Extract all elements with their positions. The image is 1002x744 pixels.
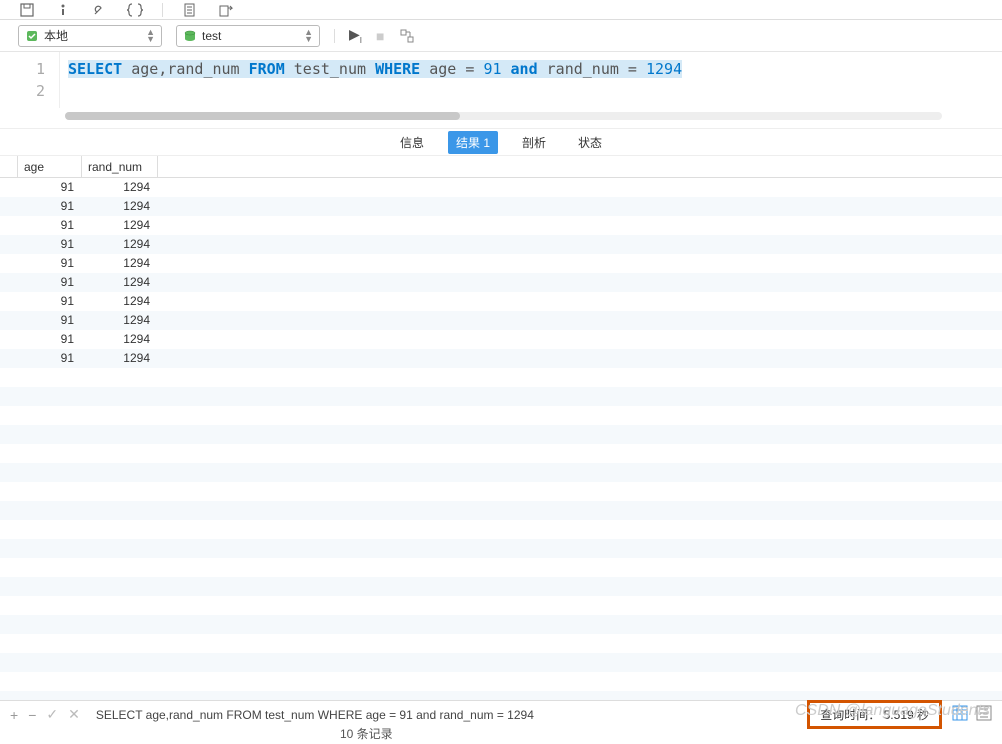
result-tabs: 信息 结果 1 剖析 状态 — [0, 128, 1002, 156]
table-row[interactable]: 911294 — [0, 178, 1002, 197]
empty-row — [0, 444, 1002, 463]
tab-status[interactable]: 状态 — [570, 131, 610, 154]
empty-row — [0, 387, 1002, 406]
table-row[interactable]: 911294 — [0, 197, 1002, 216]
sql-line-1[interactable]: SELECT age,rand_num FROM test_num WHERE … — [68, 58, 994, 80]
connection-label: 本地 — [44, 27, 68, 44]
table-row[interactable]: 911294 — [0, 292, 1002, 311]
empty-row — [0, 577, 1002, 596]
empty-row — [0, 653, 1002, 672]
save-icon[interactable] — [18, 1, 36, 19]
braces-icon[interactable] — [126, 1, 144, 19]
result-header: age rand_num — [0, 156, 1002, 178]
empty-row — [0, 615, 1002, 634]
view-mode-icons — [952, 705, 992, 724]
connection-icon — [25, 29, 39, 43]
stop-button[interactable]: ■ — [376, 28, 384, 44]
empty-row — [0, 463, 1002, 482]
database-icon — [183, 29, 197, 43]
status-bar: + − ✓ ✕ SELECT age,rand_num FROM test_nu… — [0, 700, 1002, 728]
database-label: test — [202, 29, 221, 43]
tab-info[interactable]: 信息 — [392, 131, 432, 154]
empty-row — [0, 501, 1002, 520]
status-query-text: SELECT age,rand_num FROM test_num WHERE … — [96, 708, 534, 722]
header-corner — [0, 156, 18, 177]
table-row[interactable]: 911294 — [0, 330, 1002, 349]
result-grid: age rand_num 911294911294911294911294911… — [0, 156, 1002, 700]
table-row[interactable]: 911294 — [0, 273, 1002, 292]
tab-analyze[interactable]: 剖析 — [514, 131, 554, 154]
dropdown-arrows-icon: ▲▼ — [304, 29, 313, 43]
grid-view-icon[interactable] — [952, 705, 968, 724]
main-toolbar: 本地 ▲▼ test ▲▼ ▶I ■ — [0, 20, 1002, 52]
explain-icon[interactable] — [398, 27, 416, 45]
add-row-icon[interactable]: + — [10, 707, 18, 723]
toolbar-separator — [162, 3, 163, 17]
run-button[interactable]: ▶I — [349, 26, 362, 45]
table-row[interactable]: 911294 — [0, 235, 1002, 254]
empty-row — [0, 539, 1002, 558]
tab-result[interactable]: 结果 1 — [448, 131, 498, 154]
empty-row — [0, 691, 1002, 700]
table-row[interactable]: 911294 — [0, 254, 1002, 273]
record-count: 10 条记录 — [340, 725, 393, 742]
database-dropdown[interactable]: test ▲▼ — [176, 25, 320, 47]
wrench-icon[interactable] — [90, 1, 108, 19]
table-row[interactable]: 911294 — [0, 311, 1002, 330]
empty-row — [0, 368, 1002, 387]
secondary-toolbar — [0, 0, 1002, 20]
code-area[interactable]: SELECT age,rand_num FROM test_num WHERE … — [60, 52, 1002, 108]
bottom-strip: 10 条记录 — [0, 728, 1002, 744]
apply-icon[interactable]: ✓ — [46, 706, 58, 723]
delete-row-icon[interactable]: − — [28, 707, 36, 723]
empty-row — [0, 672, 1002, 691]
column-header-age[interactable]: age — [18, 156, 82, 177]
dropdown-arrows-icon: ▲▼ — [146, 29, 155, 43]
result-body[interactable]: 9112949112949112949112949112949112949112… — [0, 178, 1002, 700]
empty-row — [0, 558, 1002, 577]
line-gutter: 1 2 — [0, 52, 60, 108]
sql-editor[interactable]: 1 2 SELECT age,rand_num FROM test_num WH… — [0, 52, 1002, 108]
info-icon[interactable] — [54, 1, 72, 19]
line-number: 1 — [0, 58, 45, 80]
clipboard-icon[interactable] — [181, 1, 199, 19]
line-number: 2 — [0, 80, 45, 102]
column-header-rand-num[interactable]: rand_num — [82, 156, 158, 177]
table-row[interactable]: 911294 — [0, 216, 1002, 235]
export-icon[interactable] — [217, 1, 235, 19]
empty-row — [0, 425, 1002, 444]
toolbar-separator — [334, 29, 335, 43]
sql-line-2[interactable] — [68, 80, 994, 102]
empty-row — [0, 520, 1002, 539]
form-view-icon[interactable] — [976, 705, 992, 724]
query-time: 查询时间： 5.519 秒 — [807, 700, 942, 729]
empty-row — [0, 406, 1002, 425]
empty-row — [0, 634, 1002, 653]
editor-horizontal-scrollbar[interactable] — [65, 112, 942, 120]
connection-dropdown[interactable]: 本地 ▲▼ — [18, 25, 162, 47]
empty-row — [0, 482, 1002, 501]
cancel-icon[interactable]: ✕ — [68, 706, 80, 723]
table-row[interactable]: 911294 — [0, 349, 1002, 368]
scrollbar-thumb[interactable] — [65, 112, 460, 120]
empty-row — [0, 596, 1002, 615]
